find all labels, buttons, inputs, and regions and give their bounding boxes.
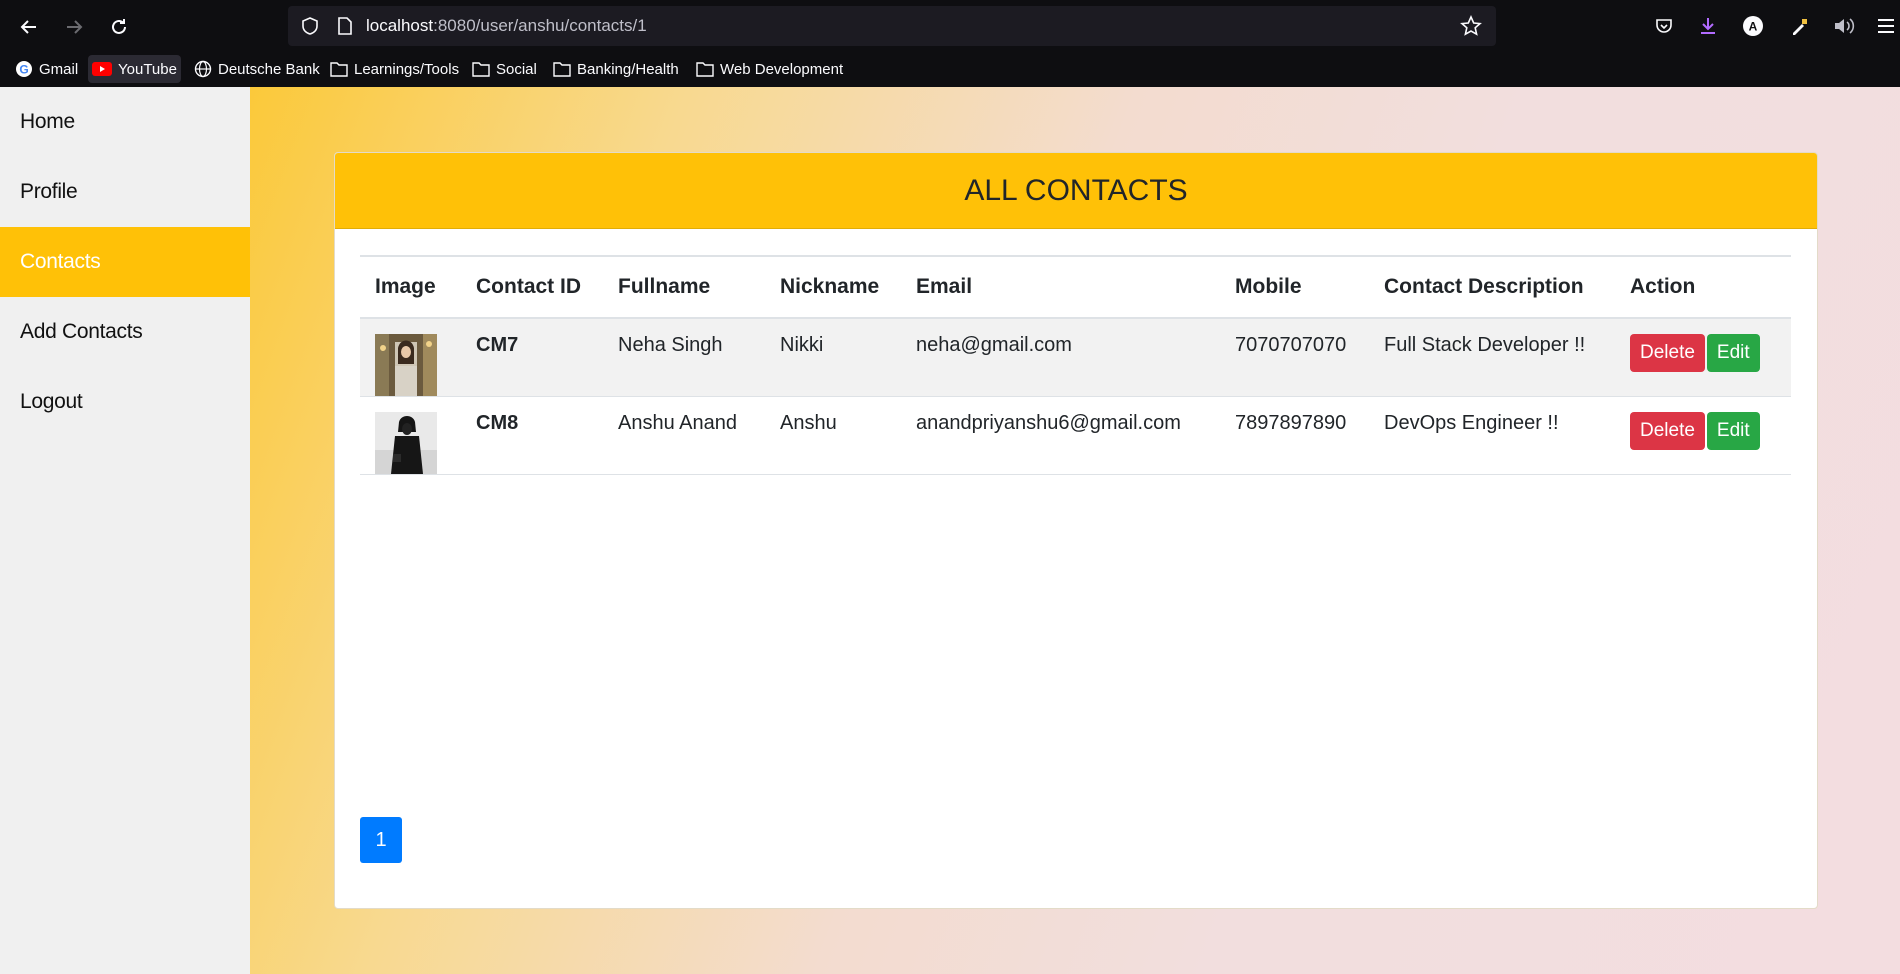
contact-photo-neha[interactable]	[375, 334, 437, 396]
bookmark-label: YouTube	[118, 60, 177, 78]
table-row: CM8 Anshu Anand Anshu anandpriyanshu6@gm…	[360, 397, 1791, 475]
svg-text:A: A	[1749, 20, 1758, 34]
forward-button[interactable]	[57, 10, 91, 44]
contacts-table: Image Contact ID Fullname Nickname Email…	[360, 255, 1791, 475]
bookmark-youtube[interactable]: YouTube	[88, 55, 181, 83]
column-header-nickname: Nickname	[780, 275, 880, 298]
email-cell: anandpriyanshu6@gmail.com	[916, 412, 1181, 434]
youtube-icon	[92, 62, 112, 76]
back-button[interactable]	[12, 10, 46, 44]
contact-id-cell: CM8	[476, 412, 519, 434]
url-host: localhost	[366, 16, 434, 35]
contacts-card: ALL CONTACTS Image Contact ID Fullname N…	[334, 152, 1818, 909]
delete-button[interactable]: Delete	[1630, 334, 1705, 372]
column-header-description: Contact Description	[1384, 275, 1584, 298]
column-header-image: Image	[375, 275, 436, 298]
bookmark-label: Learnings/Tools	[354, 60, 460, 78]
edit-button[interactable]: Edit	[1706, 412, 1760, 450]
browser-chrome: localhost:8080/user/anshu/contacts/1 A G…	[0, 0, 1900, 87]
bookmark-label: Deutsche Bank	[218, 60, 320, 78]
main-content: ALL CONTACTS Image Contact ID Fullname N…	[250, 87, 1900, 974]
globe-icon	[194, 60, 212, 78]
folder-icon	[330, 62, 348, 77]
bookmark-folder-web-dev[interactable]: Web Development	[692, 55, 847, 83]
bookmark-label: Web Development	[720, 60, 844, 78]
sidebar-item-profile[interactable]: Profile	[0, 157, 250, 227]
bookmark-folder-social[interactable]: Social	[468, 55, 541, 83]
google-icon: G	[16, 61, 32, 77]
reload-button[interactable]	[102, 10, 136, 44]
sidebar-item-contacts[interactable]: Contacts	[0, 227, 250, 297]
column-header-email: Email	[916, 275, 973, 298]
mobile-cell: 7897897890	[1235, 412, 1347, 434]
speaker-icon[interactable]	[1832, 14, 1856, 38]
back-arrow-icon	[20, 20, 36, 34]
column-header-fullname: Fullname	[618, 275, 711, 298]
bookmark-gmail[interactable]: G Gmail	[11, 55, 82, 83]
mobile-cell: 7070707070	[1235, 334, 1347, 356]
contact-id-cell: CM7	[476, 334, 519, 356]
folder-icon	[472, 62, 490, 77]
pagination-page-button[interactable]: 1	[360, 817, 402, 863]
forward-arrow-icon	[67, 20, 83, 34]
image-cell	[360, 318, 461, 397]
delete-button[interactable]: Delete	[1630, 412, 1705, 450]
url-path: :8080/user/anshu/contacts/1	[433, 16, 647, 35]
contact-photo-anshu[interactable]	[375, 412, 437, 474]
fullname-cell: Neha Singh	[618, 334, 723, 356]
bookmark-deutsche-bank[interactable]: Deutsche Bank	[190, 55, 324, 83]
column-header-mobile: Mobile	[1235, 275, 1302, 298]
download-icon[interactable]	[1696, 14, 1720, 38]
description-cell: DevOps Engineer !!	[1384, 412, 1559, 434]
action-cell: Delete Edit	[1615, 318, 1791, 397]
pocket-icon[interactable]	[1652, 14, 1676, 38]
color-picker-icon[interactable]	[1788, 14, 1812, 38]
column-header-contact-id: Contact ID	[476, 275, 581, 298]
fullname-cell: Anshu Anand	[618, 412, 737, 434]
url-bar[interactable]: localhost:8080/user/anshu/contacts/1	[288, 6, 1496, 46]
bookmarks-bar: G Gmail YouTube Deutsche Bank Learnings/…	[0, 53, 1900, 85]
sidebar: Home Profile Contacts Add Contacts Logou…	[0, 87, 250, 974]
bookmark-label: Gmail	[39, 60, 79, 78]
shield-icon	[302, 17, 318, 35]
sidebar-item-home[interactable]: Home	[0, 87, 250, 157]
page-icon	[338, 17, 352, 35]
edit-button[interactable]: Edit	[1706, 334, 1760, 372]
folder-icon	[696, 62, 714, 77]
bookmark-folder-learnings[interactable]: Learnings/Tools	[326, 55, 463, 83]
menu-icon[interactable]	[1874, 14, 1898, 38]
nickname-cell: Nikki	[780, 334, 824, 356]
folder-icon	[553, 62, 571, 77]
table-row: CM7 Neha Singh Nikki neha@gmail.com 7070…	[360, 318, 1791, 397]
url-text: localhost:8080/user/anshu/contacts/1	[366, 16, 647, 36]
table-header-row: Image Contact ID Fullname Nickname Email…	[360, 256, 1791, 318]
action-cell: Delete Edit	[1615, 397, 1791, 475]
card-title: ALL CONTACTS	[335, 153, 1817, 229]
image-cell	[360, 397, 461, 475]
email-cell: neha@gmail.com	[916, 334, 1072, 356]
svg-text:G: G	[19, 63, 28, 77]
column-header-action: Action	[1630, 275, 1696, 298]
bookmark-folder-banking[interactable]: Banking/Health	[549, 55, 683, 83]
bookmark-label: Banking/Health	[577, 60, 679, 78]
sidebar-item-logout[interactable]: Logout	[0, 367, 250, 437]
sidebar-item-add-contacts[interactable]: Add Contacts	[0, 297, 250, 367]
account-icon[interactable]: A	[1741, 14, 1765, 38]
description-cell: Full Stack Developer !!	[1384, 334, 1586, 356]
bookmark-star-icon[interactable]	[1460, 15, 1482, 37]
nickname-cell: Anshu	[780, 412, 837, 434]
bookmark-label: Social	[496, 60, 537, 78]
reload-icon	[112, 19, 126, 34]
